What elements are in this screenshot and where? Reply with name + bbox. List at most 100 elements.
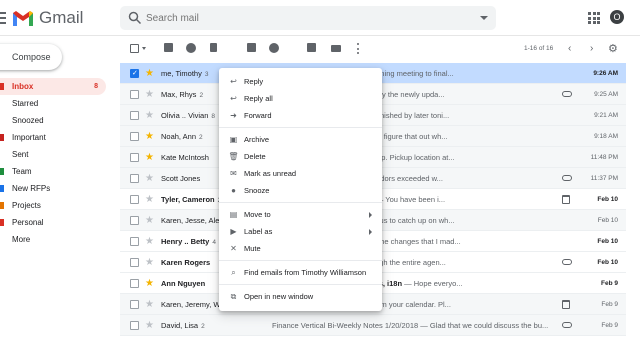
menu-item-mark-as-unread[interactable]: ✉ Mark as unread xyxy=(219,165,382,182)
menu-item-delete[interactable]: 🗑 Delete xyxy=(219,148,382,165)
attachment-icon[interactable] xyxy=(562,91,572,97)
sidebar-item-new-rfps[interactable]: New RFPs xyxy=(0,180,110,197)
unread-count: 8 xyxy=(94,83,98,90)
mark-as-unread-icon[interactable] xyxy=(247,43,256,52)
label-color-icon xyxy=(0,83,4,90)
calendar-icon[interactable] xyxy=(562,195,570,204)
menu-item-label: Reply xyxy=(244,77,264,86)
sidebar-item-sent[interactable]: Sent xyxy=(0,146,110,163)
search-icon[interactable] xyxy=(128,11,142,25)
sidebar-item-important[interactable]: Important xyxy=(0,129,110,146)
star-icon[interactable]: ★ xyxy=(145,315,154,336)
star-icon[interactable]: ★ xyxy=(145,210,154,231)
reply-icon: ↩ xyxy=(230,77,237,86)
main-menu-icon[interactable] xyxy=(0,12,8,24)
row-checkbox[interactable] xyxy=(130,258,139,267)
row-checkbox[interactable] xyxy=(130,195,139,204)
older-page-icon[interactable]: › xyxy=(590,44,593,54)
email-date: Feb 10 xyxy=(597,196,618,203)
calendar-icon[interactable] xyxy=(562,300,570,309)
search-bar[interactable] xyxy=(120,6,496,30)
sidebar-item-label: Starred xyxy=(12,99,39,108)
attachment-icon[interactable] xyxy=(562,259,572,265)
star-icon[interactable]: ★ xyxy=(145,147,154,168)
search-input[interactable] xyxy=(146,10,446,26)
row-checkbox[interactable] xyxy=(130,279,139,288)
move-to-icon[interactable] xyxy=(307,43,316,52)
label-color-icon xyxy=(0,185,4,192)
account-avatar[interactable]: O xyxy=(610,10,624,24)
sidebar-item-starred[interactable]: Starred xyxy=(0,95,110,112)
menu-item-mute[interactable]: ✕ Mute xyxy=(219,240,382,257)
archive-icon[interactable] xyxy=(164,43,173,52)
sidebar-item-inbox[interactable]: Inbox 8 xyxy=(0,78,106,95)
attachment-icon[interactable] xyxy=(562,322,572,328)
sidebar-item-label: Inbox xyxy=(12,82,34,91)
compose-label: Compose xyxy=(12,52,51,62)
google-apps-icon[interactable] xyxy=(588,12,600,24)
gmail-logo[interactable]: Gmail xyxy=(12,8,83,28)
menu-item-label-as[interactable]: ▶ Label as xyxy=(219,223,382,240)
star-icon[interactable]: ★ xyxy=(145,273,154,294)
sidebar-item-more[interactable]: More xyxy=(0,231,110,248)
row-checkbox[interactable] xyxy=(130,132,139,141)
snooze-icon[interactable] xyxy=(269,43,279,53)
select-dropdown-icon[interactable] xyxy=(142,47,146,50)
star-icon[interactable]: ★ xyxy=(145,126,154,147)
sidebar-item-snoozed[interactable]: Snoozed xyxy=(0,112,110,129)
sidebar-item-team[interactable]: Team xyxy=(0,163,110,180)
star-icon[interactable]: ★ xyxy=(145,294,154,315)
email-date: 9:18 AM xyxy=(594,133,618,140)
email-date: 11:37 PM xyxy=(590,175,618,182)
row-checkbox[interactable] xyxy=(130,111,139,120)
menu-item-label: Label as xyxy=(244,227,273,236)
star-icon[interactable]: ★ xyxy=(145,84,154,105)
menu-item-forward[interactable]: ➜ Forward xyxy=(219,107,382,124)
menu-item-reply-all[interactable]: ↩ Reply all xyxy=(219,90,382,107)
email-date: Feb 9 xyxy=(601,301,618,308)
sidebar-item-personal[interactable]: Personal xyxy=(0,214,110,231)
menu-item-open-in-new-window[interactable]: ⧉ Open in new window xyxy=(219,288,382,305)
search-options-dropdown-icon[interactable] xyxy=(480,16,488,20)
email-date: Feb 10 xyxy=(597,217,618,224)
star-icon[interactable]: ★ xyxy=(145,63,154,84)
compose-button[interactable]: Compose xyxy=(0,44,62,70)
star-icon[interactable]: ★ xyxy=(145,105,154,126)
more-options-icon[interactable] xyxy=(357,43,360,54)
menu-item-archive[interactable]: ▣ Archive xyxy=(219,131,382,148)
select-all-checkbox[interactable] xyxy=(130,44,139,53)
mark-unread-icon: ✉ xyxy=(230,169,237,178)
labels-icon[interactable] xyxy=(331,45,341,52)
menu-item-move-to[interactable]: ▤ Move to xyxy=(219,206,382,223)
menu-item-find-emails-from-timothy-williamson[interactable]: ⌕ Find emails from Timothy Williamson xyxy=(219,264,382,281)
email-date: Feb 9 xyxy=(601,322,618,329)
row-checkbox[interactable] xyxy=(130,153,139,162)
menu-item-reply[interactable]: ↩ Reply xyxy=(219,73,382,90)
settings-gear-icon[interactable]: ⚙ xyxy=(608,44,618,55)
label-icon: ▶ xyxy=(230,227,237,236)
menu-item-snooze[interactable]: ● Snooze xyxy=(219,182,382,199)
row-checkbox[interactable] xyxy=(130,90,139,99)
email-snippet: — You have been i... xyxy=(373,195,446,204)
sidebar-item-label: Personal xyxy=(12,218,44,227)
clock-icon: ● xyxy=(231,186,236,195)
sidebar-item-projects[interactable]: Projects xyxy=(0,197,110,214)
row-checkbox[interactable] xyxy=(130,300,139,309)
email-date: 9:26 AM xyxy=(593,70,618,77)
email-row[interactable]: ★ David, Lisa 2 Finance Vertical Bi-Weekly … xyxy=(120,315,626,336)
star-icon[interactable]: ★ xyxy=(145,168,154,189)
attachment-icon[interactable] xyxy=(562,175,572,181)
row-checkbox[interactable] xyxy=(130,216,139,225)
sidebar-item-label: Snoozed xyxy=(12,116,44,125)
row-checkbox[interactable] xyxy=(130,237,139,246)
row-checkbox[interactable] xyxy=(130,321,139,330)
star-icon[interactable]: ★ xyxy=(145,231,154,252)
delete-icon[interactable] xyxy=(210,43,217,52)
star-icon[interactable]: ★ xyxy=(145,252,154,273)
report-spam-icon[interactable] xyxy=(186,43,196,53)
star-icon[interactable]: ★ xyxy=(145,189,154,210)
row-checkbox[interactable] xyxy=(130,63,139,84)
newer-page-icon[interactable]: ‹ xyxy=(568,44,571,54)
row-checkbox[interactable] xyxy=(130,174,139,183)
email-date: 9:25 AM xyxy=(594,91,618,98)
